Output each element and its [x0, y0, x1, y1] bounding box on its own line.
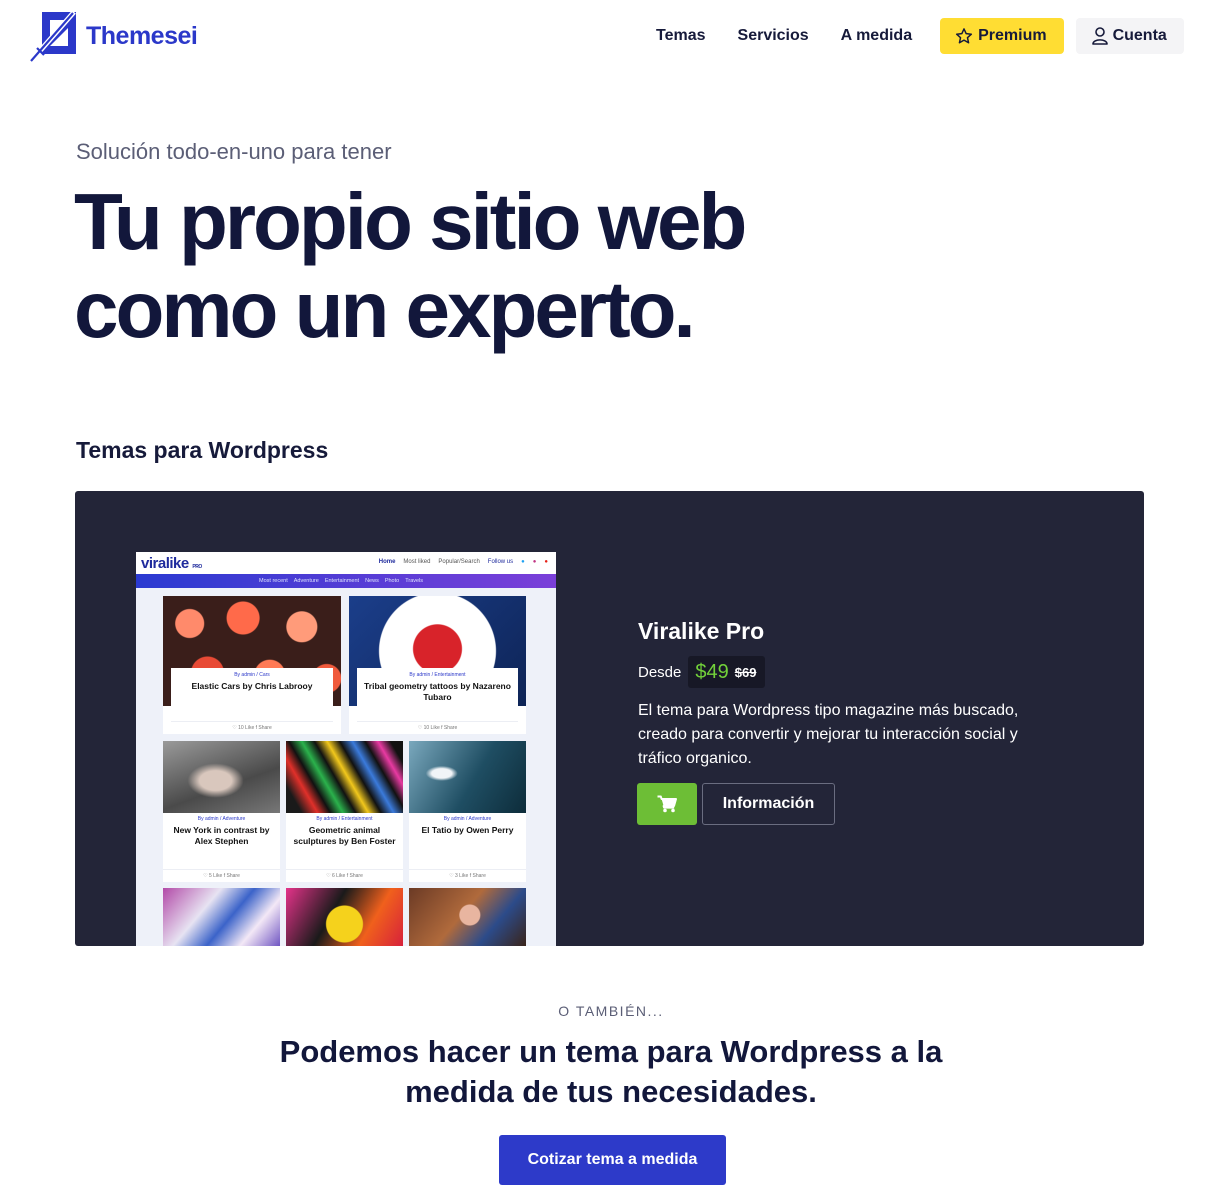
product-name: Viralike Pro	[638, 618, 765, 644]
current-price: $49	[695, 660, 729, 683]
logo-text: Themesei	[86, 21, 198, 50]
preview-post-card	[163, 888, 280, 946]
preview-post-card: By admin / Entertainment Geometric anima…	[286, 741, 403, 882]
old-price: $69	[734, 664, 757, 680]
info-button[interactable]: Información	[702, 783, 835, 825]
custom-theme-title: Podemos hacer un tema para Wordpress a l…	[279, 1034, 943, 1109]
preview-logo: viralike PRO	[141, 555, 202, 572]
preview-post-image	[409, 888, 526, 946]
preview-post-card: By admin / Adventure El Tatio by Owen Pe…	[409, 741, 526, 882]
preview-post-card: By admin / Entertainment Tribal geometry…	[349, 596, 526, 734]
section-title: Temas para Wordpress	[76, 437, 329, 463]
product-card: viralike PRO Home Most liked Popular/Sea…	[75, 491, 1144, 946]
nav-item-a-medida[interactable]: A medida	[825, 18, 928, 54]
site-header: Themesei Temas Servicios A medida Premiu…	[0, 0, 1222, 72]
premium-button[interactable]: Premium	[940, 18, 1064, 54]
preview-post-card: By admin / Adventure New York in contras…	[163, 741, 280, 882]
price-prefix: Desde	[638, 663, 682, 681]
product-description: El tema para Wordpress tipo magazine más…	[638, 702, 1019, 767]
hero-subtitle: Solución todo-en-uno para tener	[76, 139, 392, 164]
user-icon	[1091, 27, 1108, 45]
add-to-cart-button[interactable]	[637, 783, 697, 825]
hero-title-line-1: Tu propio sitio web	[74, 177, 747, 266]
account-button[interactable]: Cuenta	[1075, 18, 1184, 54]
preview-post-image	[163, 741, 280, 813]
preview-post-image	[286, 888, 403, 946]
price-row: Desde $49 $69	[638, 656, 766, 688]
preview-menu: Home Most liked Popular/Search Follow us…	[378, 559, 548, 565]
themesei-logo-icon	[30, 10, 76, 62]
preview-post-card	[409, 888, 526, 946]
shopping-cart-icon	[657, 795, 677, 813]
theme-preview-image[interactable]: viralike PRO Home Most liked Popular/Sea…	[136, 552, 556, 946]
quote-custom-theme-button[interactable]: Cotizar tema a medida	[499, 1135, 726, 1185]
nav-item-temas[interactable]: Temas	[640, 18, 722, 54]
preview-category-bar: Most recent Adventure Entertainment News…	[136, 574, 556, 588]
price-box: $49 $69	[688, 656, 766, 688]
hero-title-line-2: como un experto.	[74, 265, 696, 354]
preview-post-image	[163, 888, 280, 946]
preview-post-image	[409, 741, 526, 813]
eyebrow-text: O TAMBIÉN...	[558, 1003, 664, 1019]
preview-post-card: By admin / Cars Elastic Cars by Chris La…	[163, 596, 341, 734]
account-label: Cuenta	[1112, 27, 1167, 44]
preview-topbar: viralike PRO Home Most liked Popular/Sea…	[136, 552, 556, 574]
main-nav: Temas Servicios A medida Premium Cuenta	[640, 18, 1184, 54]
star-icon	[955, 28, 973, 44]
hero-title: Tu propio sitio web como un experto.	[74, 178, 974, 354]
nav-item-servicios[interactable]: Servicios	[722, 18, 825, 54]
logo-link[interactable]: Themesei	[28, 6, 198, 64]
premium-label: Premium	[978, 27, 1047, 44]
preview-post-image	[286, 741, 403, 813]
preview-post-card	[286, 888, 403, 946]
